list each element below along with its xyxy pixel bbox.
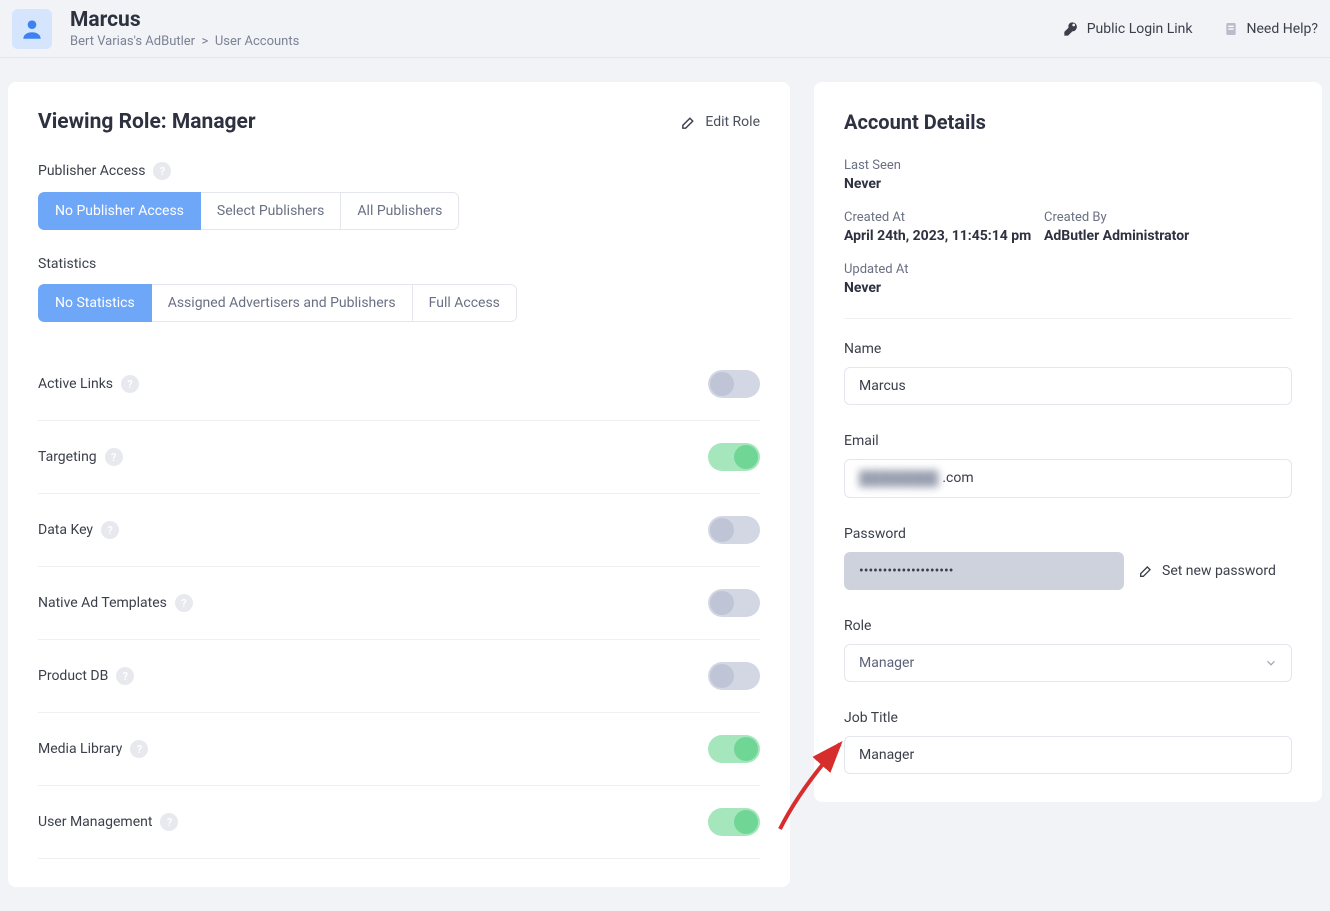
- help-icon[interactable]: ?: [160, 813, 178, 831]
- help-icon[interactable]: ?: [130, 740, 148, 758]
- meta-last-seen: Last Seen Never: [844, 158, 1292, 192]
- toggle-switch[interactable]: [708, 735, 760, 763]
- meta-created-by: Created By AdButler Administrator: [1044, 210, 1292, 244]
- name-label: Name: [844, 341, 1292, 357]
- role-panel-title: Viewing Role: Manager: [38, 110, 256, 134]
- toggles-list: Active Links? Targeting? Data Key? Native A…: [38, 348, 760, 859]
- toggle-row: Native Ad Templates?: [38, 567, 760, 640]
- edit-icon: [680, 114, 697, 131]
- breadcrumb-sep: >: [198, 34, 211, 49]
- statistics-label: Statistics: [38, 256, 760, 272]
- toggle-switch[interactable]: [708, 808, 760, 836]
- toggle-switch[interactable]: [708, 662, 760, 690]
- avatar: [12, 9, 52, 49]
- toggle-switch[interactable]: [708, 370, 760, 398]
- email-field: Email ████████ .com: [844, 433, 1292, 498]
- toggle-label: Media Library?: [38, 740, 148, 758]
- need-help-link[interactable]: Need Help?: [1223, 21, 1319, 37]
- password-input: [844, 552, 1124, 590]
- doc-icon: [1223, 21, 1239, 37]
- edit-icon: [1138, 563, 1154, 579]
- job-title-field: Job Title: [844, 710, 1292, 774]
- toggle-row: Targeting?: [38, 421, 760, 494]
- toggle-label: User Management?: [38, 813, 178, 831]
- content-area: Viewing Role: Manager Edit Role Publishe…: [0, 58, 1330, 911]
- seg-select-publishers[interactable]: Select Publishers: [201, 192, 342, 230]
- toggle-switch[interactable]: [708, 589, 760, 617]
- meta-updated-at: Updated At Never: [844, 262, 1292, 296]
- meta-created-at: Created At April 24th, 2023, 11:45:14 pm: [844, 210, 1044, 244]
- title-block: Marcus Bert Varias's AdButler > User Acc…: [70, 8, 1063, 49]
- breadcrumb: Bert Varias's AdButler > User Accounts: [70, 34, 1063, 49]
- seg-full-access[interactable]: Full Access: [413, 284, 517, 322]
- password-row: Set new password: [844, 552, 1292, 590]
- page-title: Marcus: [70, 8, 1063, 32]
- toggle-row: Active Links?: [38, 348, 760, 421]
- app-header: Marcus Bert Varias's AdButler > User Acc…: [0, 0, 1330, 58]
- header-actions: Public Login Link Need Help?: [1063, 21, 1318, 37]
- toggle-row: Product DB?: [38, 640, 760, 713]
- job-title-label: Job Title: [844, 710, 1292, 726]
- role-panel: Viewing Role: Manager Edit Role Publishe…: [8, 82, 790, 887]
- toggle-row: User Management?: [38, 786, 760, 859]
- breadcrumb-leaf[interactable]: User Accounts: [215, 34, 299, 49]
- help-icon[interactable]: ?: [101, 521, 119, 539]
- account-details-panel: Account Details Last Seen Never Created …: [814, 82, 1322, 802]
- statistics-segmented: No Statistics Assigned Advertisers and P…: [38, 284, 517, 322]
- account-details-title: Account Details: [844, 110, 1292, 134]
- role-field: Role Manager: [844, 618, 1292, 682]
- toggle-label: Data Key?: [38, 521, 119, 539]
- role-panel-head: Viewing Role: Manager Edit Role: [38, 110, 760, 134]
- help-icon[interactable]: ?: [105, 448, 123, 466]
- help-icon[interactable]: ?: [175, 594, 193, 612]
- publisher-access-label: Publisher Access ?: [38, 162, 760, 180]
- toggle-row: Data Key?: [38, 494, 760, 567]
- publisher-access-segmented: No Publisher Access Select Publishers Al…: [38, 192, 459, 230]
- name-input[interactable]: [844, 367, 1292, 405]
- divider: [844, 318, 1292, 319]
- public-login-link[interactable]: Public Login Link: [1063, 21, 1193, 37]
- set-password-button[interactable]: Set new password: [1138, 563, 1276, 579]
- seg-all-publishers[interactable]: All Publishers: [341, 192, 459, 230]
- email-label: Email: [844, 433, 1292, 449]
- toggle-label: Native Ad Templates?: [38, 594, 193, 612]
- help-icon[interactable]: ?: [153, 162, 171, 180]
- seg-no-statistics[interactable]: No Statistics: [38, 284, 152, 322]
- toggle-switch[interactable]: [708, 443, 760, 471]
- toggle-label: Targeting?: [38, 448, 123, 466]
- toggle-label: Product DB?: [38, 667, 134, 685]
- job-title-input[interactable]: [844, 736, 1292, 774]
- toggle-switch[interactable]: [708, 516, 760, 544]
- role-select[interactable]: Manager: [844, 644, 1292, 682]
- meta-grid: Last Seen Never Created At April 24th, 2…: [844, 158, 1292, 296]
- breadcrumb-root[interactable]: Bert Varias's AdButler: [70, 34, 195, 49]
- role-label: Role: [844, 618, 1292, 634]
- password-label: Password: [844, 526, 1292, 542]
- toggle-row: Media Library?: [38, 713, 760, 786]
- email-input[interactable]: ████████ .com: [844, 459, 1292, 498]
- seg-assigned-ap[interactable]: Assigned Advertisers and Publishers: [152, 284, 413, 322]
- key-icon: [1063, 21, 1079, 37]
- password-field: Password Set new password: [844, 526, 1292, 590]
- seg-no-publisher-access[interactable]: No Publisher Access: [38, 192, 201, 230]
- user-icon: [19, 16, 45, 42]
- help-icon[interactable]: ?: [116, 667, 134, 685]
- name-field: Name: [844, 341, 1292, 405]
- help-icon[interactable]: ?: [121, 375, 139, 393]
- role-select-wrap: Manager: [844, 644, 1292, 682]
- edit-role-button[interactable]: Edit Role: [680, 114, 760, 131]
- toggle-label: Active Links?: [38, 375, 139, 393]
